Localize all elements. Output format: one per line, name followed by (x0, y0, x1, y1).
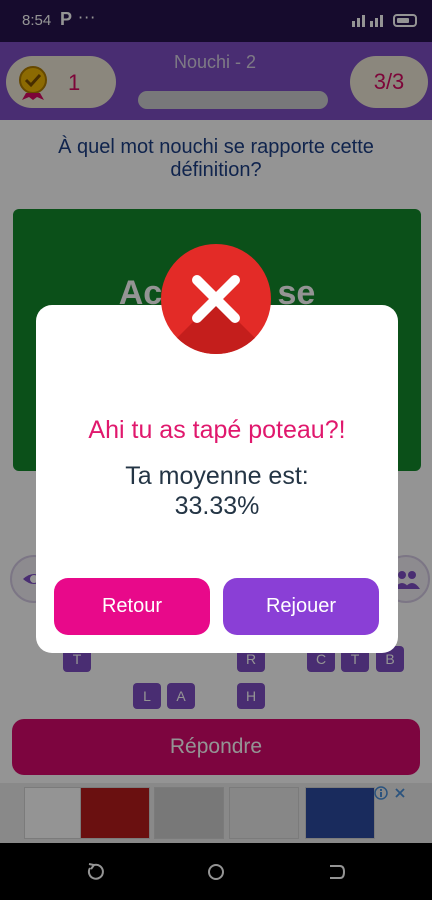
close-icon (192, 275, 240, 323)
back-button[interactable]: Retour (54, 578, 210, 635)
replay-button[interactable]: Rejouer (223, 578, 379, 635)
error-icon (161, 244, 271, 354)
average-label: Ta moyenne est: (125, 462, 309, 490)
dialog-title: Ahi tu as tapé poteau?! (88, 416, 346, 444)
average-value: 33.33% (174, 492, 260, 520)
